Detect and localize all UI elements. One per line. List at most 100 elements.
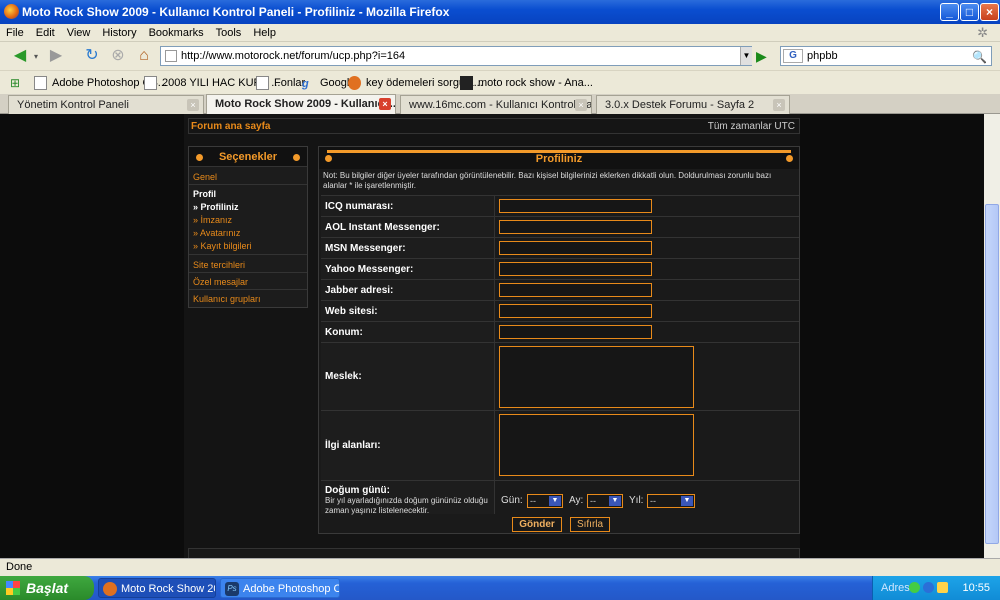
menu-file[interactable]: File <box>0 24 30 42</box>
sidebar-item-registration[interactable]: » Kayıt bilgileri <box>193 240 307 253</box>
sidebar-item-site-prefs[interactable]: Site tercihleri <box>189 257 307 273</box>
chevron-down-icon: ▼ <box>681 496 693 506</box>
status-bar: Done <box>0 558 1000 576</box>
bullet-icon <box>196 154 203 161</box>
menu-edit[interactable]: Edit <box>30 24 61 42</box>
sidebar-profile-group: Profil » Profiliniz » İmzanız » Avatarın… <box>189 187 307 255</box>
page-icon <box>144 76 157 90</box>
firefox-icon <box>103 582 117 596</box>
bluetooth-icon[interactable] <box>923 582 934 593</box>
year-select[interactable]: -- ▼ <box>647 494 695 508</box>
icq-input[interactable] <box>499 199 652 213</box>
form-row: Konum: <box>321 321 799 342</box>
search-icon[interactable]: 🔍 <box>972 48 987 66</box>
back-dropdown-icon[interactable]: ▾ <box>34 52 38 61</box>
form-row: Doğum günü: Bir yıl ayarladığınızda doğu… <box>321 480 799 515</box>
search-input[interactable]: G phpbb 🔍 <box>780 46 992 66</box>
yahoo-input[interactable] <box>499 262 652 276</box>
photoshop-icon: Ps <box>225 582 239 596</box>
bullet-icon <box>325 155 332 162</box>
birthday-label-cell: Doğum günü: Bir yıl ayarladığınızda doğu… <box>321 481 495 515</box>
tab-yonetim[interactable]: Yönetim Kontrol Paneli × <box>8 95 204 114</box>
form-row: MSN Messenger: <box>321 237 799 258</box>
forward-button[interactable]: ▶ <box>44 45 68 67</box>
bullet-icon <box>293 154 300 161</box>
address-label: Adres <box>881 582 910 594</box>
tab-16mc[interactable]: www.16mc.com - Kullanıcı Kontrol Pan... × <box>400 95 592 114</box>
system-tray: Adres 10:55 <box>872 576 1000 600</box>
maximize-button[interactable]: □ <box>960 3 979 21</box>
bookmark-add-icon[interactable]: ⊞ <box>10 76 24 90</box>
minimize-button[interactable]: _ <box>940 3 959 21</box>
form-row: AOL Instant Messenger: <box>321 216 799 237</box>
footer-strip <box>188 548 800 558</box>
menu-history[interactable]: History <box>96 24 142 42</box>
website-input[interactable] <box>499 304 652 318</box>
go-button[interactable]: ▶ <box>756 48 772 64</box>
sidebar-item-general[interactable]: Genel <box>189 169 307 185</box>
field-label: ICQ numarası: <box>321 196 495 216</box>
bookmark-item[interactable]: Fonlar <box>256 75 305 91</box>
menu-tools[interactable]: Tools <box>210 24 248 42</box>
month-select[interactable]: -- ▼ <box>587 494 623 508</box>
network-icon[interactable] <box>909 582 920 593</box>
reload-button[interactable]: ↻ <box>80 45 104 67</box>
tab-close-icon[interactable]: × <box>187 99 199 111</box>
scrollbar-thumb[interactable] <box>985 204 999 544</box>
day-label: Gün: <box>501 495 523 506</box>
field-label: Web sitesi: <box>321 301 495 321</box>
tab-motorock[interactable]: Moto Rock Show 2009 - Kullanıcı ... × <box>206 94 396 114</box>
window-title: Moto Rock Show 2009 - Kullanıcı Kontrol … <box>22 5 450 19</box>
tab-close-icon[interactable]: × <box>773 99 785 111</box>
vertical-scrollbar[interactable] <box>984 114 1000 558</box>
occupation-textarea[interactable] <box>499 346 694 408</box>
interests-textarea[interactable] <box>499 414 694 476</box>
bookmark-item[interactable]: moto rock show - Ana... <box>460 75 593 91</box>
chevron-down-icon: ▼ <box>549 496 561 506</box>
msn-input[interactable] <box>499 241 652 255</box>
task-photoshop[interactable]: PsAdobe Photoshop CS... <box>220 578 340 598</box>
reset-button[interactable]: Sıfırla <box>570 517 610 532</box>
search-engine-icon[interactable]: G <box>783 49 803 63</box>
title-bar: Moto Rock Show 2009 - Kullanıcı Kontrol … <box>0 0 1000 24</box>
sidebar-item-profile[interactable]: » Profiliniz <box>193 201 307 214</box>
start-button[interactable]: Başlat <box>0 576 94 600</box>
task-firefox[interactable]: Moto Rock Show 200... <box>98 578 216 598</box>
stop-button[interactable]: ⊗ <box>106 45 130 67</box>
birthday-description: Bir yıl ayarladığınızda doğum gününüz ol… <box>325 496 488 515</box>
field-label: AOL Instant Messenger: <box>321 217 495 237</box>
back-button[interactable]: ◀ <box>8 45 32 67</box>
sidebar-item-avatar[interactable]: » Avatarınız <box>193 227 307 240</box>
sidebar-item-private-messages[interactable]: Özel mesajlar <box>189 274 307 290</box>
month-label: Ay: <box>569 495 584 506</box>
url-dropdown-button[interactable]: ▼ <box>740 47 752 65</box>
location-input[interactable] <box>499 325 652 339</box>
page-icon <box>34 76 47 90</box>
sidebar-profile-heading: Profil <box>193 189 217 199</box>
menu-help[interactable]: Help <box>247 24 282 42</box>
menu-view[interactable]: View <box>61 24 97 42</box>
day-select[interactable]: -- ▼ <box>527 494 563 508</box>
tab-destek[interactable]: 3.0.x Destek Forumu - Sayfa 2 × <box>596 95 790 114</box>
forum-home-link[interactable]: Forum ana sayfa <box>191 121 270 132</box>
throbber-icon: ✲ <box>977 25 988 40</box>
timezone-text: Tüm zamanlar UTC <box>707 121 795 132</box>
options-sidebar: Seçenekler Genel Profil » Profiliniz » İ… <box>188 146 308 308</box>
jabber-input[interactable] <box>499 283 652 297</box>
tab-close-icon[interactable]: × <box>379 98 391 110</box>
tab-close-icon[interactable]: × <box>575 99 587 111</box>
sidebar-item-groups[interactable]: Kullanıcı grupları <box>189 291 307 307</box>
home-button[interactable]: ⌂ <box>132 45 156 67</box>
status-text: Done <box>6 561 33 573</box>
menu-bookmarks[interactable]: Bookmarks <box>143 24 210 42</box>
close-button[interactable]: × <box>980 3 999 21</box>
aim-input[interactable] <box>499 220 652 234</box>
volume-icon[interactable] <box>937 582 948 593</box>
sidebar-item-signature[interactable]: » İmzanız <box>193 214 307 227</box>
birthday-year-group: Yıl: -- ▼ <box>629 494 695 508</box>
clock: 10:55 <box>962 582 990 594</box>
birthday-month-group: Ay: -- ▼ <box>569 494 623 508</box>
submit-button[interactable]: Gönder <box>512 517 562 532</box>
page-icon <box>256 76 269 90</box>
url-bar[interactable]: http://www.motorock.net/forum/ucp.php?i=… <box>160 46 752 66</box>
